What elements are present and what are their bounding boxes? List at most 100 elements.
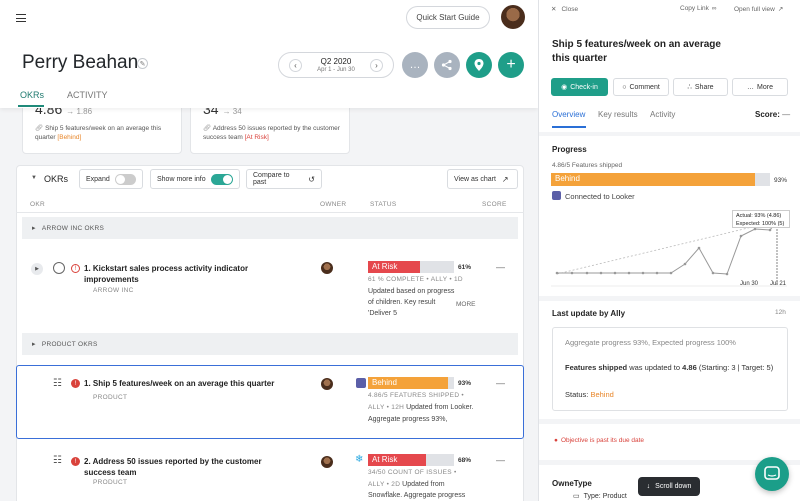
status-label: Behind (555, 174, 580, 183)
actual-points (555, 227, 772, 276)
progress-section: Progress 4.86/5 Features shipped Behind … (539, 136, 800, 296)
tab-okrs[interactable]: OKRs (20, 90, 44, 100)
edit-icon[interactable]: ✎ (137, 58, 148, 69)
ellipsis-icon: … (747, 83, 755, 91)
progress-title: Progress (552, 145, 587, 154)
update-desc: Snowflake. Aggregate progress (368, 492, 466, 499)
col-owner: OWNER (320, 201, 347, 208)
owner-avatar[interactable] (321, 456, 333, 468)
chevron-right-icon: ▸ (32, 341, 36, 348)
more-button[interactable]: … More (732, 78, 788, 96)
open-full-view-button[interactable]: Open full view ↗ (734, 5, 783, 13)
owner-type-title: OwneType (552, 479, 592, 488)
chevron-right-icon[interactable]: › (370, 59, 383, 72)
summary-desc: 🔗︎ Address 50 issues reported by the cus… (203, 125, 340, 141)
share-button[interactable] (434, 52, 460, 78)
panel-header: ✕ Close Copy Link ∞ Open full view ↗ Ship 5… (539, 0, 800, 132)
scroll-down-tooltip[interactable]: ↓ Scroll down (638, 477, 700, 496)
update-desc: ALLY • 2D Updated from (368, 481, 445, 488)
okr-title[interactable]: 1. Kickstart sales process activity indi… (84, 263, 284, 285)
share-button[interactable]: ∴ Share (673, 78, 728, 96)
more-link[interactable]: MORE (448, 300, 484, 312)
owner-avatar[interactable] (321, 378, 333, 390)
checkin-button[interactable]: ◉ Check-in (551, 78, 608, 96)
show-more-info-toggle[interactable]: Show more info (150, 169, 240, 189)
okrs-collapse-icon[interactable]: ▼ (31, 175, 37, 181)
percent: 93% (774, 177, 788, 184)
group-row-product[interactable]: ▸ PRODUCT OKRS (22, 333, 518, 355)
okr-team: PRODUCT (93, 479, 128, 486)
quarter-selector[interactable]: ‹ Q2 2020 Apr 1 - Jun 30 › (278, 52, 394, 78)
show-more-info-switch[interactable] (210, 173, 233, 185)
chart-tooltip: Actual: 93% (4.86) Expected: 100% (5) (732, 210, 790, 228)
okr-team: PRODUCT (93, 394, 128, 401)
globe-icon (53, 262, 65, 274)
score: — (496, 262, 505, 272)
warning-icon: ! (71, 379, 80, 388)
external-link-icon: ↗ (777, 6, 784, 13)
status-label: Behind (372, 378, 397, 387)
update-text: Features shipped was updated to 4.86 (St… (565, 363, 774, 372)
add-button[interactable]: + (498, 52, 524, 78)
group-row-arrow-inc[interactable]: ▸ ARROW INC OKRS (22, 217, 518, 239)
checkin-location-button[interactable] (466, 52, 492, 78)
link-icon: 🔗︎ (35, 125, 44, 132)
aggregate-text: Aggregate progress 93%, Expected progres… (565, 338, 736, 347)
okr-detail-panel: ✕ Close Copy Link ∞ Open full view ↗ Ship 5… (538, 0, 800, 501)
page-title: Perry Beahan (22, 52, 139, 73)
progress-meta: 61 % COMPLETE • ALLY • 1D (368, 276, 463, 283)
copy-link-button[interactable]: Copy Link ∞ (680, 5, 717, 12)
chat-icon (764, 466, 780, 480)
status-bar: At Risk (368, 261, 454, 273)
menu-icon[interactable] (16, 14, 26, 22)
tab-key-results[interactable]: Key results (598, 110, 638, 119)
external-link-icon: ↗ (501, 174, 509, 184)
okr-list-pane: 4.86 → 1.86 🔗︎ Ship 5 features/week on an… (0, 0, 538, 501)
progress-meta: 4.86/5 Features shipped (552, 162, 623, 169)
view-as-chart-button[interactable]: View as chart ↗ (447, 169, 518, 189)
expand-row-icon[interactable]: ▶ (31, 263, 43, 275)
comment-icon: ○ (622, 83, 627, 91)
okr-title[interactable]: 1. Ship 5 features/week on an average th… (84, 378, 314, 389)
hierarchy-icon: ☷ (53, 455, 62, 466)
quick-start-guide-button[interactable]: Quick Start Guide (406, 6, 490, 29)
score: — (496, 378, 505, 388)
divider (16, 212, 524, 213)
owner-avatar[interactable] (321, 262, 333, 274)
close-icon: ✕ (551, 6, 557, 13)
tab-overview[interactable]: Overview (552, 110, 585, 119)
past-due-text: ● Objective is past its due date (554, 437, 645, 444)
update-desc: Aggregate progress 93%, (368, 416, 448, 423)
share-icon (441, 59, 452, 71)
compare-to-past-button[interactable]: Compare to past ↺ (246, 169, 322, 189)
x-label: Jul 21 (770, 281, 787, 287)
warning-icon: ! (71, 264, 80, 273)
expand-switch[interactable] (114, 173, 136, 185)
connected-label: Connected to Looker (565, 192, 635, 201)
okr-title[interactable]: 2. Address 50 issues reported by the cus… (84, 456, 274, 478)
avatar[interactable] (501, 5, 525, 29)
progress-meta: 4.86/5 FEATURES SHIPPED • (368, 392, 464, 399)
link-icon: 🔗︎ (203, 125, 212, 132)
group-label: PRODUCT OKRS (41, 340, 98, 348)
panel-title: Ship 5 features/week on an average this … (552, 39, 721, 64)
chat-button[interactable] (755, 457, 789, 491)
score: — (496, 455, 505, 465)
type-label: ▭ Type: Product (573, 493, 627, 500)
show-more-info-label: Show more info (157, 175, 206, 183)
okr-team: ARROW INC (93, 287, 134, 294)
close-button[interactable]: ✕ Close (551, 5, 578, 13)
tab-activity[interactable]: ACTIVITY (67, 90, 108, 100)
progress-fill (551, 173, 755, 186)
x-label: Jun 30 (740, 281, 759, 287)
col-status: STATUS (370, 201, 397, 208)
comment-button[interactable]: ○ Comment (613, 78, 669, 96)
tab-activity[interactable]: Activity (650, 110, 675, 119)
active-tab-indicator (18, 105, 44, 107)
view-chart-label: View as chart (454, 175, 496, 183)
expand-toggle[interactable]: Expand (79, 169, 143, 189)
location-pin-icon: ◉ (561, 84, 568, 91)
progress-meta: 34/50 COUNT OF ISSUES • (368, 469, 457, 476)
alert-icon: ● (554, 437, 558, 444)
more-options-button[interactable]: … (402, 52, 428, 78)
